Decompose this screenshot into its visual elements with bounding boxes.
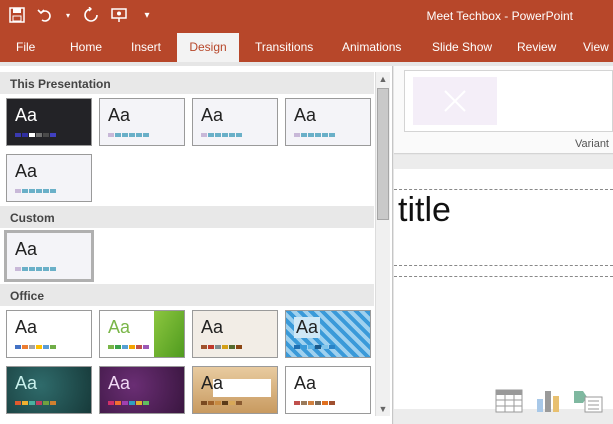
customize-toolbar-icon[interactable]: ▾ bbox=[138, 6, 156, 24]
tab-design[interactable]: Design bbox=[177, 33, 239, 62]
gallery-scrollbar[interactable]: ▲ ▼ bbox=[375, 72, 390, 416]
save-icon[interactable] bbox=[8, 6, 26, 24]
content-placeholder-icons bbox=[495, 387, 603, 418]
section-office: Office bbox=[0, 284, 374, 306]
theme-thumbnail[interactable]: Aa bbox=[99, 98, 185, 146]
theme-thumbnail[interactable]: Aa bbox=[192, 366, 278, 414]
tab-home[interactable]: Home bbox=[60, 33, 112, 62]
scroll-up-icon[interactable]: ▲ bbox=[376, 72, 390, 86]
theme-thumbnail[interactable]: Aa bbox=[285, 310, 371, 358]
theme-thumbnail[interactable]: Aa bbox=[6, 154, 92, 202]
theme-thumbnail[interactable]: Aa bbox=[192, 98, 278, 146]
quick-access-toolbar: ▾ ▾ bbox=[8, 6, 156, 24]
window-title: Meet Techbox - PowerPoint bbox=[426, 9, 573, 23]
themes-gallery: This Presentation Aa Aa Aa Aa Aa Custom … bbox=[0, 66, 393, 424]
variants-ribbon: Variant bbox=[394, 66, 613, 154]
section-this-presentation: This Presentation bbox=[0, 72, 374, 94]
insert-table-icon[interactable] bbox=[495, 389, 523, 418]
theme-thumbnail[interactable]: Aa bbox=[99, 310, 185, 358]
tab-file[interactable]: File bbox=[6, 33, 45, 62]
tab-insert[interactable]: Insert bbox=[121, 33, 171, 62]
theme-thumbnail-selected[interactable]: Aa bbox=[4, 230, 94, 282]
theme-thumbnail[interactable]: Aa bbox=[99, 366, 185, 414]
undo-icon[interactable] bbox=[36, 6, 54, 24]
start-slideshow-icon[interactable] bbox=[110, 6, 128, 24]
section-custom: Custom bbox=[0, 206, 374, 228]
slide-editor: title bbox=[394, 155, 613, 424]
theme-thumbnail[interactable]: Aa bbox=[285, 366, 371, 414]
insert-smartart-icon[interactable] bbox=[573, 389, 603, 418]
tab-animations[interactable]: Animations bbox=[332, 33, 411, 62]
variant-thumbnail[interactable] bbox=[413, 77, 497, 125]
scroll-down-icon[interactable]: ▼ bbox=[376, 402, 390, 416]
ribbon-tabs: File Home Insert Design Transitions Anim… bbox=[0, 33, 613, 62]
undo-dropdown-icon[interactable]: ▾ bbox=[64, 6, 72, 24]
redo-icon[interactable] bbox=[82, 6, 100, 24]
slide-title-placeholder[interactable]: title bbox=[398, 191, 451, 230]
theme-thumbnail[interactable]: Aa bbox=[6, 98, 92, 146]
scrollbar-thumb[interactable] bbox=[377, 88, 389, 220]
variants-gallery bbox=[404, 70, 613, 132]
tab-slide-show[interactable]: Slide Show bbox=[422, 33, 502, 62]
title-bar: ▾ ▾ Meet Techbox - PowerPoint bbox=[0, 0, 613, 33]
theme-thumbnail[interactable]: Aa bbox=[6, 310, 92, 358]
theme-thumbnail[interactable]: Aa bbox=[6, 366, 92, 414]
slide-canvas[interactable]: title bbox=[394, 169, 613, 409]
insert-chart-icon[interactable] bbox=[535, 387, 561, 418]
theme-thumbnail[interactable]: Aa bbox=[285, 98, 371, 146]
theme-thumbnail[interactable]: Aa bbox=[192, 310, 278, 358]
tab-transitions[interactable]: Transitions bbox=[245, 33, 323, 62]
variants-group-label: Variant bbox=[574, 138, 609, 150]
tab-view[interactable]: View bbox=[573, 33, 613, 62]
tab-review[interactable]: Review bbox=[507, 33, 566, 62]
